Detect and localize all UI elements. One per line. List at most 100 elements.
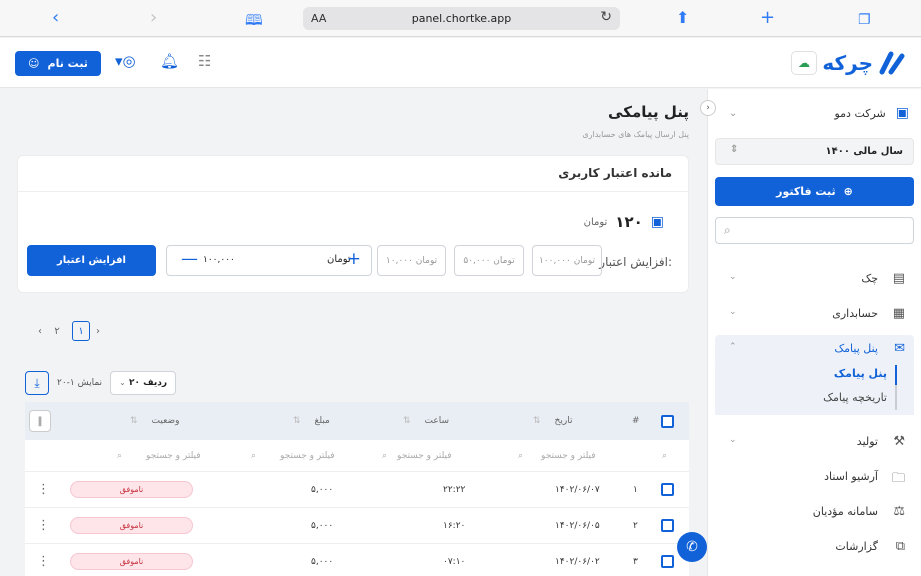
sidebar-search-input[interactable]: ⌕	[715, 217, 914, 244]
search-icon: ⌕	[382, 450, 388, 461]
table-toolbar: ⤓ نمایش ۱-۲۰ ردیف ۲۰ ⌄	[25, 370, 177, 396]
page-2[interactable]: ۲	[48, 321, 66, 341]
amount-chip-100000[interactable]: ۱۰۰,۰۰۰ تومان	[532, 245, 602, 276]
amount-chip-50000[interactable]: ۵۰,۰۰۰ تومان	[454, 245, 524, 276]
folder-icon: 🗀︎	[891, 471, 905, 486]
status-filter[interactable]: ⌕ فیلتر و جستجو	[117, 440, 201, 471]
signup-label: ثبت نام	[47, 57, 88, 70]
prev-page-icon[interactable]: ‹	[38, 326, 42, 337]
increase-credit-button[interactable]: افزایش اعتبار	[27, 245, 156, 276]
chevron-down-icon: ⌄	[729, 272, 737, 282]
amount-value[interactable]: ۱۰۰,۰۰۰	[203, 255, 235, 265]
chevron-down-icon: ⌄	[729, 107, 738, 119]
page-subtitle: پنل ارسال پیامک های حسابداری	[582, 130, 689, 139]
columns-toggle[interactable]: ‖	[29, 402, 51, 440]
table-row[interactable]: ⋮ ناموفق ۵,۰۰۰ ۱۶:۲۰ ۱۴۰۲/۰۶/۰۵ ۲	[25, 508, 689, 544]
rows-per-page-value: ردیف ۲۰	[129, 378, 168, 388]
increase-credit-label: افزایش اعتبار:	[599, 255, 672, 269]
column-header-date[interactable]: ⇅ تاریخ	[533, 402, 572, 440]
row-checkbox[interactable]	[661, 508, 674, 543]
balance-amount: ۱۲۰	[615, 213, 643, 231]
amount-chip-10000[interactable]: ۱۰,۰۰۰ تومان	[377, 245, 446, 276]
sidebar-item-label: گزارشات	[835, 540, 878, 553]
column-header-status[interactable]: ⇅ وضعیت	[130, 402, 179, 440]
sort-icon: ⇅	[293, 416, 301, 426]
search-icon: ⌕	[251, 450, 257, 461]
back-icon[interactable]: ‹	[52, 8, 59, 28]
rows-per-page-select[interactable]: ردیف ۲۰ ⌄	[110, 371, 177, 395]
column-header-time[interactable]: ⇅ ساعت	[403, 402, 449, 440]
checkbox[interactable]	[661, 555, 674, 568]
balance-display: ▣ ۱۲۰ تومان	[584, 213, 664, 231]
new-tab-icon[interactable]: +	[760, 8, 775, 28]
sms-icon: ✉	[894, 341, 905, 356]
row-checkbox[interactable]	[661, 544, 674, 576]
checkbox[interactable]	[661, 519, 674, 532]
filter-placeholder: فیلتر و جستجو	[146, 450, 201, 461]
company-label: شرکت دمو	[834, 106, 886, 120]
row-checkbox[interactable]	[661, 472, 674, 507]
table-row[interactable]: ⋮ ناموفق ۵,۰۰۰ ۰۷:۱۰ ۱۴۰۲/۰۶/۰۲ ۳	[25, 544, 689, 576]
time-filter[interactable]: ⌕ فیلتر و جستجو	[382, 440, 452, 471]
search-icon: ⌕	[662, 450, 668, 461]
amount-cell: ۵,۰۰۰	[311, 484, 334, 495]
sidebar-item-production[interactable]: ⚒ تولید ⌄	[715, 428, 914, 456]
url-text[interactable]: panel.chortke.app	[303, 12, 620, 25]
sidebar-item-taxpayer[interactable]: ⚖ سامانه مؤدیان	[715, 498, 914, 526]
bookmarks-icon[interactable]: 🕮	[245, 10, 263, 30]
page-1[interactable]: ۱	[72, 321, 90, 341]
sidebar-item-check[interactable]: ▤ چک ⌄	[715, 265, 914, 293]
sidebar: ▣ شرکت دمو ⌄ سال مالی ۱۴۰۰ ⇕ ثبت فاکتور …	[707, 89, 921, 576]
checkbox[interactable]	[661, 483, 674, 496]
amount-filter[interactable]: ⌕ فیلتر و جستجو	[251, 440, 335, 471]
sidebar-item-accounting[interactable]: ▦ حسابداری ⌄	[715, 300, 914, 328]
divider	[18, 191, 688, 192]
column-header-amount[interactable]: ⇅ مبلغ	[293, 402, 330, 440]
coins-dropdown-icon[interactable]: ▾◎	[115, 52, 136, 70]
table-header: ‖ ⇅ وضعیت ⇅ مبلغ ⇅ ساعت ⇅ تاریخ #	[25, 402, 689, 440]
reload-icon[interactable]: ↻	[600, 9, 612, 25]
checkbox[interactable]	[661, 414, 674, 428]
amount-stepper[interactable]: — ۱۰۰,۰۰۰ تومان +	[166, 245, 372, 276]
download-icon[interactable]: ⤓	[25, 371, 49, 395]
minus-icon[interactable]: —	[181, 249, 198, 269]
sidebar-item-sms-panel[interactable]: ✉ پنل پیامک ⌃	[715, 335, 914, 363]
search-icon: ⌕	[724, 223, 731, 237]
row-menu-icon[interactable]: ⋮	[37, 472, 50, 507]
status-badge: ناموفق	[70, 553, 193, 570]
header-label: ساعت	[424, 416, 450, 426]
cloud-sync-icon[interactable]: ☁	[791, 51, 817, 75]
tabs-icon[interactable]: ❐	[858, 10, 871, 30]
date-filter[interactable]: ⌕ فیلتر و جستجو	[518, 440, 596, 471]
credit-card: مانده اعتبار کاربری ▣ ۱۲۰ تومان افزایش ا…	[17, 155, 689, 293]
sidebar-collapse-button[interactable]: ›	[700, 100, 716, 116]
sidebar-item-reports[interactable]: ⧉ گزارشات	[715, 533, 914, 561]
sidebar-item-label: چک	[861, 272, 878, 285]
row-menu-icon[interactable]: ⋮	[37, 508, 50, 543]
phone-support-button[interactable]: ✆	[677, 532, 707, 562]
subnav-item-sms-panel[interactable]: پنل پیامک	[834, 367, 887, 380]
fiscal-year-select[interactable]: سال مالی ۱۴۰۰ ⇕	[715, 138, 914, 165]
next-page-icon[interactable]: ›	[96, 326, 100, 337]
plus-circle-icon: ⊕	[843, 185, 853, 198]
address-bar[interactable]: AA panel.chortke.app ↻	[303, 7, 620, 30]
row-menu-icon[interactable]: ⋮	[37, 544, 50, 576]
signup-button[interactable]: ☺ ثبت نام	[15, 51, 101, 76]
sidebar-item-archive[interactable]: 🗀︎ آرشیو اسناد	[715, 463, 914, 491]
share-icon[interactable]: ⬆	[676, 8, 689, 28]
sms-subnav: پنل پیامک تاریخچه پیامک	[715, 361, 914, 415]
select-all-checkbox[interactable]	[661, 402, 674, 440]
sidebar-item-label: پنل پیامک	[834, 342, 878, 355]
app-header: ☺ ثبت نام ▾◎ 🔔︎ ☷ ☁ چرکه	[0, 38, 921, 88]
forward-icon[interactable]: ›	[150, 8, 157, 28]
add-invoice-button[interactable]: ثبت فاکتور ⊕	[715, 177, 914, 206]
glasses-icon[interactable]: ☷	[198, 52, 211, 70]
table-row[interactable]: ⋮ ناموفق ۵,۰۰۰ ۲۲:۲۲ ۱۴۰۲/۰۶/۰۷ ۱	[25, 472, 689, 508]
chevron-down-icon: ⌄	[729, 435, 737, 445]
company-selector[interactable]: ▣ شرکت دمو ⌄	[719, 101, 909, 125]
date-cell: ۱۴۰۲/۰۶/۰۵	[555, 520, 600, 531]
subnav-item-sms-history[interactable]: تاریخچه پیامک	[823, 391, 887, 404]
plus-icon[interactable]: +	[347, 249, 361, 269]
bell-icon[interactable]: 🔔︎	[160, 52, 179, 70]
sidebar-item-label: حسابداری	[832, 307, 878, 320]
